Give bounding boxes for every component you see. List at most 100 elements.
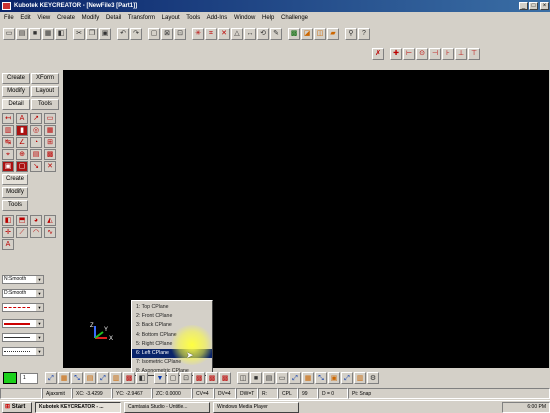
copy-icon[interactable]: ❐	[86, 27, 98, 40]
start-button[interactable]: ⊞ Start	[2, 401, 32, 413]
menu-item-front-cplane[interactable]: 2: Front CPlane	[132, 312, 212, 321]
task-keycreator[interactable]: Kubotek KEYCREATOR - ...	[35, 401, 121, 413]
save-bottom-icon[interactable]: ■	[250, 372, 262, 384]
zoom-all-bottom-icon[interactable]: ⊡	[180, 372, 192, 384]
grid-icon[interactable]: ▦	[58, 372, 70, 384]
cplane-iso-icon[interactable]: ▣	[328, 372, 340, 384]
snap-near-icon[interactable]: ⊤	[468, 47, 480, 60]
leader-icon[interactable]: ↗	[30, 113, 42, 124]
menu-file[interactable]: File	[4, 15, 14, 21]
menu-create[interactable]: Create	[57, 15, 75, 21]
line-create-icon[interactable]: ⟋	[16, 227, 28, 238]
rotate-icon[interactable]: ⟲	[257, 27, 269, 40]
tab-xform[interactable]: XForm	[31, 73, 59, 84]
cross-icon[interactable]: ✕	[44, 161, 56, 172]
menu-transform[interactable]: Transform	[128, 15, 155, 21]
shade-mode-icon[interactable]: ◧	[136, 372, 148, 384]
undo-icon[interactable]: ↶	[117, 27, 129, 40]
pan-down-icon[interactable]: ▼	[154, 372, 166, 384]
color-swatch[interactable]	[3, 372, 17, 384]
close-button[interactable]: ×	[540, 2, 549, 10]
menu-item-top-cplane[interactable]: 1: Top CPlane	[132, 303, 212, 312]
layer-icon[interactable]: ◫	[314, 27, 326, 40]
render-3-icon[interactable]: ▩	[219, 372, 231, 384]
depth-icon[interactable]: ⤢	[97, 372, 109, 384]
menu-challenge[interactable]: Challenge	[281, 15, 308, 21]
hatch-icon[interactable]: ▥	[2, 125, 14, 136]
list-icon[interactable]: ▤	[263, 372, 275, 384]
paste-icon[interactable]: ▣	[99, 27, 111, 40]
trim-icon[interactable]: ✕	[218, 27, 230, 40]
cplane-save-icon[interactable]: ▥	[354, 372, 366, 384]
text-label-icon[interactable]: A	[16, 113, 28, 124]
gdt-icon[interactable]: ⌖	[2, 149, 14, 160]
cut-icon[interactable]: ✂	[73, 27, 85, 40]
view-arrow-icon[interactable]: ⤡	[71, 372, 83, 384]
render-icon[interactable]: ▩	[193, 372, 205, 384]
tab-create-sub[interactable]: Create	[2, 174, 28, 185]
triangle-icon[interactable]: △	[231, 27, 243, 40]
folder-icon[interactable]: ▰	[327, 27, 339, 40]
border-icon[interactable]: ▢	[16, 161, 28, 172]
weld-icon[interactable]: ▮	[16, 125, 28, 136]
render-2-icon[interactable]: ▩	[206, 372, 218, 384]
level-input[interactable]: 1	[20, 372, 38, 384]
nurbs-icon[interactable]: ⌗	[205, 27, 217, 40]
angular-dim-icon[interactable]: ∠	[16, 137, 28, 148]
text-create-icon[interactable]: A	[2, 239, 14, 250]
balloon-icon[interactable]: ◎	[30, 125, 42, 136]
cplane-side-icon[interactable]: ⤡	[315, 372, 327, 384]
save-icon[interactable]: ■	[29, 27, 41, 40]
point-create-icon[interactable]: ✛	[2, 227, 14, 238]
frame-icon[interactable]: ▣	[2, 161, 14, 172]
menu-modify[interactable]: Modify	[82, 15, 100, 21]
settings-icon[interactable]: ⚙	[367, 372, 379, 384]
tab-modify[interactable]: Modify	[2, 86, 30, 97]
arc-create-icon[interactable]: ◠	[30, 227, 42, 238]
symbol-icon[interactable]: ⊕	[16, 149, 28, 160]
arrow-edit-icon[interactable]: ↘	[30, 161, 42, 172]
sweep-icon[interactable]: ◭	[44, 215, 56, 226]
tab-modify-sub[interactable]: Modify	[2, 187, 28, 198]
layer-off-icon[interactable]: ◫	[237, 372, 249, 384]
menu-window[interactable]: Window	[234, 15, 255, 21]
snap-end-icon[interactable]: ✗	[372, 47, 384, 60]
open-file-icon[interactable]: ▤	[16, 27, 28, 40]
print-icon[interactable]: ▦	[42, 27, 54, 40]
construct-icon[interactable]: ▥	[110, 372, 122, 384]
edit-icon[interactable]: ✎	[270, 27, 282, 40]
new-file-icon[interactable]: ▭	[3, 27, 15, 40]
crosshatch-icon[interactable]: ▩	[44, 149, 56, 160]
cplane-icon[interactable]: ◪	[301, 27, 313, 40]
snap-tangent-icon[interactable]: ⊥	[455, 47, 467, 60]
cplane-custom-icon[interactable]: ⤢	[341, 372, 353, 384]
linear-dim-icon[interactable]: ↹	[2, 137, 14, 148]
snap-point-icon[interactable]: ✚	[390, 47, 402, 60]
spline-create-icon[interactable]: ∿	[44, 227, 56, 238]
doc-icon[interactable]: ▭	[276, 372, 288, 384]
extrude-icon[interactable]: ⬒	[16, 215, 28, 226]
cplane-top-icon[interactable]: ⤢	[289, 372, 301, 384]
snap-along-icon[interactable]: ⊦	[442, 47, 454, 60]
tab-detail[interactable]: Detail	[2, 99, 30, 110]
tab-tools[interactable]: Tools	[31, 99, 59, 110]
zoom-all-icon[interactable]: ⊡	[174, 27, 186, 40]
menu-view[interactable]: View	[37, 15, 50, 21]
shade-icon[interactable]: ▩	[288, 27, 300, 40]
revolve-icon[interactable]: ◕	[30, 215, 42, 226]
redo-icon[interactable]: ↷	[130, 27, 142, 40]
info-icon[interactable]: ⚲	[345, 27, 357, 40]
zoom-box-icon[interactable]: ▢	[167, 372, 179, 384]
tab-tools-sub[interactable]: Tools	[2, 200, 28, 211]
task-camtasia[interactable]: Camtasia Studio - Untitle...	[124, 401, 210, 413]
menu-add-ins[interactable]: Add-Ins	[207, 15, 228, 21]
menu-layout[interactable]: Layout	[162, 15, 180, 21]
window-icon[interactable]: ▢	[148, 27, 160, 40]
tray-clock[interactable]: 6:00 PM	[527, 404, 546, 410]
zoom-window-icon[interactable]: ⊠	[161, 27, 173, 40]
snap-intersect-icon[interactable]: ⊣	[429, 47, 441, 60]
level-icon[interactable]: ▤	[84, 372, 96, 384]
app-icon[interactable]	[2, 2, 11, 10]
maximize-button[interactable]: □	[529, 2, 538, 10]
cplane-arrow-icon[interactable]: ⤢	[45, 372, 57, 384]
